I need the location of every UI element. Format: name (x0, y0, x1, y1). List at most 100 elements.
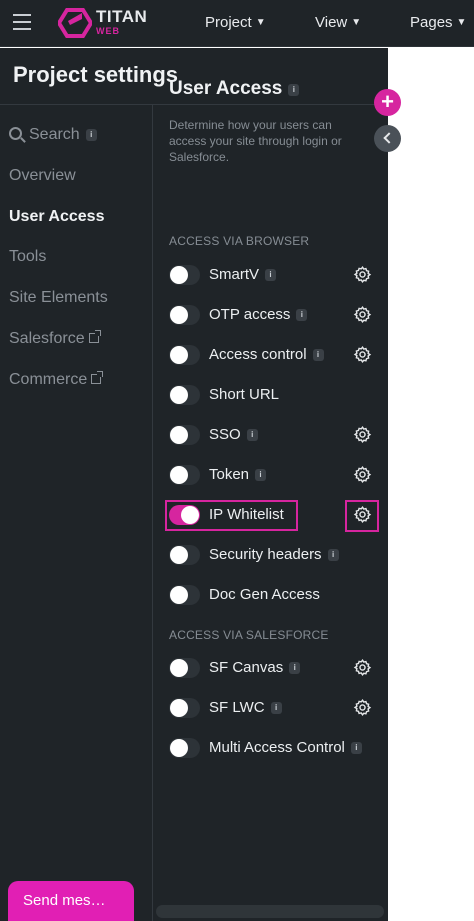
toggle-knob (170, 466, 188, 484)
access-row-doc-gen-access: Doc Gen Access (169, 584, 379, 608)
sf-canvas-label: SF Canvas i (209, 659, 301, 676)
search-icon (9, 127, 22, 140)
chevron-down-icon: ▼ (351, 17, 362, 28)
access-control-label-text: Access control (209, 346, 307, 363)
nav-pages-label: Pages (410, 14, 453, 31)
chevron-down-icon: ▼ (456, 17, 467, 28)
chevron-down-icon: ▼ (255, 17, 266, 28)
info-icon[interactable]: i (246, 429, 258, 441)
otp-access-toggle[interactable] (169, 305, 200, 325)
toggle-knob (170, 306, 188, 324)
toggle-knob (170, 659, 188, 677)
horizontal-scrollbar[interactable] (156, 905, 384, 918)
sf-canvas-label-text: SF Canvas (209, 659, 284, 676)
otp-access-label-text: OTP access (209, 306, 291, 323)
sidenav-item-site-elements[interactable]: Site Elements (9, 289, 108, 307)
nav-pages[interactable]: Pages ▼ (410, 14, 466, 31)
otp-access-label: OTP access i (209, 306, 308, 323)
multi-access-control-label-text: Multi Access Control (209, 739, 345, 756)
sidenav-item-user-access[interactable]: User Access (9, 208, 104, 226)
highlight-ip-whitelist (165, 500, 298, 531)
sf-lwc-toggle[interactable] (169, 698, 200, 718)
info-icon[interactable]: i (270, 702, 282, 714)
info-icon[interactable]: i (255, 469, 267, 481)
send-message-button[interactable]: Send mes… (8, 881, 134, 921)
access-row-access-control: Access control i (169, 344, 379, 368)
sidenav-search-label: Search (29, 126, 80, 143)
nav-view[interactable]: View ▼ (315, 14, 361, 31)
external-link-icon (91, 371, 104, 384)
settings-gear-icon[interactable] (353, 425, 372, 444)
nav-project-label: Project (205, 14, 252, 31)
multi-access-control-toggle[interactable] (169, 738, 200, 758)
security-headers-label: Security headers i (209, 546, 339, 563)
access-row-sf-canvas: SF Canvas i (169, 657, 379, 681)
short-url-label: Short URL (209, 386, 279, 403)
external-link-icon (88, 330, 101, 343)
doc-gen-access-label: Doc Gen Access (209, 586, 320, 603)
toggle-knob (170, 586, 188, 604)
info-icon[interactable]: i (265, 269, 277, 281)
info-icon[interactable]: i (85, 129, 97, 141)
sso-toggle[interactable] (169, 425, 200, 445)
smartv-toggle[interactable] (169, 265, 200, 285)
security-headers-label-text: Security headers (209, 546, 322, 563)
add-button[interactable]: + (374, 89, 401, 116)
panel-title: Project settings (13, 62, 179, 87)
info-icon[interactable]: i (312, 349, 324, 361)
sidenav-item-commerce[interactable]: Commerce (9, 371, 104, 389)
settings-gear-icon[interactable] (353, 658, 372, 677)
access-control-label: Access control i (209, 346, 324, 363)
divider (0, 104, 388, 105)
short-url-toggle[interactable] (169, 385, 200, 405)
sso-label-text: SSO (209, 426, 241, 443)
chevron-left-icon (383, 132, 395, 144)
settings-gear-icon[interactable] (353, 465, 372, 484)
sf-canvas-toggle[interactable] (169, 658, 200, 678)
info-icon[interactable]: i (350, 742, 362, 754)
toggle-knob (170, 699, 188, 717)
nav-project[interactable]: Project ▼ (205, 14, 266, 31)
toggle-knob (170, 426, 188, 444)
smartv-label-text: SmartV (209, 266, 260, 283)
toggle-knob (170, 386, 188, 404)
sidenav-commerce-label: Commerce (9, 371, 88, 388)
info-icon[interactable]: i (288, 84, 300, 96)
access-row-otp-access: OTP access i (169, 304, 379, 328)
token-toggle[interactable] (169, 465, 200, 485)
token-label: Token i (209, 466, 267, 483)
toggle-knob (170, 546, 188, 564)
token-label-text: Token (209, 466, 250, 483)
access-row-short-url: Short URL (169, 384, 379, 408)
top-bar: TITAN WEB Project ▼ View ▼ Pages ▼ (0, 0, 474, 47)
multi-access-control-label: Multi Access Control i (209, 739, 362, 756)
settings-gear-icon[interactable] (353, 345, 372, 364)
info-icon[interactable]: i (289, 662, 301, 674)
settings-gear-icon[interactable] (353, 698, 372, 717)
hamburger-menu-icon[interactable] (12, 12, 34, 32)
settings-gear-icon[interactable] (353, 265, 372, 284)
access-row-smartv: SmartV i (169, 264, 379, 288)
access-row-token: Token i (169, 464, 379, 488)
access-control-toggle[interactable] (169, 345, 200, 365)
info-icon[interactable]: i (296, 309, 308, 321)
info-icon[interactable]: i (327, 549, 339, 561)
user-access-title: User Access i (169, 78, 300, 100)
brand-sub: WEB (96, 26, 120, 36)
access-row-sso: SSO i (169, 424, 379, 448)
sidenav-item-tools[interactable]: Tools (9, 248, 46, 266)
sidenav-search[interactable]: Search i (9, 126, 97, 144)
sidenav-item-salesforce[interactable]: Salesforce (9, 330, 101, 348)
sso-label: SSO i (209, 426, 258, 443)
sidenav-item-overview[interactable]: Overview (9, 167, 76, 185)
security-headers-toggle[interactable] (169, 545, 200, 565)
doc-gen-access-toggle[interactable] (169, 585, 200, 605)
section-access-via-salesforce: ACCESS VIA SALESFORCE (169, 628, 329, 642)
brand-name: TITAN (96, 7, 148, 26)
toggle-knob (170, 346, 188, 364)
short-url-label-text: Short URL (209, 386, 280, 403)
highlight-ip-whitelist-settings (345, 500, 379, 532)
collapse-panel-button[interactable] (374, 125, 401, 152)
settings-gear-icon[interactable] (353, 305, 372, 324)
access-row-multi-access-control: Multi Access Control i (169, 737, 379, 761)
